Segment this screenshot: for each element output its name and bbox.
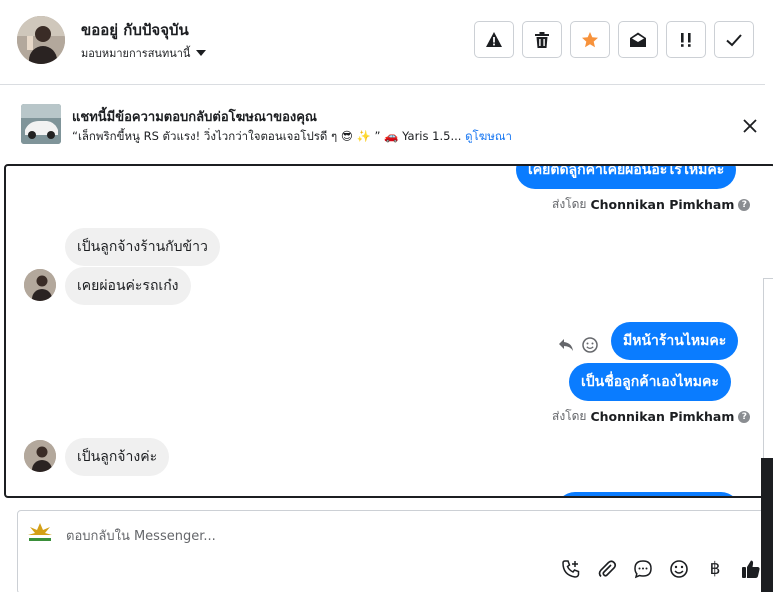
thread-toolbar — [474, 21, 754, 58]
outgoing-message[interactable]: เป็นชื่อลูกค้าเองไหมคะ — [569, 363, 731, 401]
mark-done-button[interactable] — [714, 21, 754, 58]
ad-thumbnail[interactable] — [21, 104, 61, 144]
outgoing-message[interactable]: เคยติดลูกค้าเคยผ่อนอะไรไหมคะ — [516, 166, 737, 189]
help-icon[interactable]: ? — [738, 198, 751, 211]
dark-panel-edge — [761, 458, 773, 592]
contact-avatar-small[interactable] — [24, 440, 56, 472]
delete-button[interactable] — [522, 21, 562, 58]
double-exclamation-icon — [681, 32, 691, 47]
mark-spam-button[interactable] — [474, 21, 514, 58]
close-icon — [743, 119, 757, 133]
reply-icon[interactable] — [556, 335, 576, 355]
thread-header: ขออยู่ กับปัจจุบัน มอบหมายการสนทนานี้ — [0, 0, 765, 85]
warning-icon — [486, 31, 502, 47]
outgoing-message[interactable]: มีหน้าร้านไหมคะ — [611, 322, 739, 360]
checkmark-icon — [726, 33, 742, 46]
chat-icon[interactable] — [632, 558, 654, 580]
follow-up-button[interactable] — [666, 21, 706, 58]
inbox-thread-panel: { "header": { "contact_name": "ขออยู่ กั… — [0, 0, 773, 592]
baht-icon[interactable]: ฿ — [704, 558, 726, 580]
contact-name[interactable]: ขออยู่ กับปัจจุบัน — [81, 18, 189, 42]
message-list[interactable]: เคยติดลูกค้าเคยผ่อนอะไรไหมคะ ส่งโดย Chon… — [4, 164, 773, 498]
contact-avatar-small[interactable] — [24, 269, 56, 301]
contact-avatar[interactable] — [17, 16, 65, 64]
outgoing-message-partial[interactable] — [556, 492, 740, 496]
view-ad-link[interactable]: ดูโฆษณา — [465, 129, 512, 143]
mark-unread-button[interactable] — [618, 21, 658, 58]
close-banner-button[interactable] — [740, 116, 760, 136]
ad-preview-text: “เล็กพริกขี้หนู RS ตัวแรง! วิ่งไวกว่าใจต… — [72, 129, 462, 143]
reply-composer: ตอบกลับใน Messenger... ฿ — [17, 510, 767, 592]
composer-actions: ฿ — [560, 558, 762, 580]
reply-input[interactable]: ตอบกลับใน Messenger... — [66, 525, 216, 546]
attachment-icon[interactable] — [596, 558, 618, 580]
call-add-icon[interactable] — [560, 558, 582, 580]
assign-label: มอบหมายการสนทนานี้ — [81, 47, 191, 60]
trash-icon — [535, 31, 549, 48]
star-button[interactable] — [570, 21, 610, 58]
like-icon[interactable] — [740, 558, 762, 580]
emoji-icon[interactable] — [668, 558, 690, 580]
ad-reply-banner: แชทนี้มีข้อความตอบกลับต่อโฆษณาของคุณ “เล… — [0, 86, 773, 164]
sent-by-label: ส่งโดย Chonnikan Pimkham ? — [552, 195, 751, 214]
caret-down-icon — [196, 50, 207, 56]
assign-conversation-dropdown[interactable]: มอบหมายการสนทนานี้ — [81, 44, 207, 62]
incoming-message[interactable]: เป็นลูกจ้างร้านกับข้าว — [65, 228, 220, 266]
star-icon — [582, 31, 598, 47]
incoming-message[interactable]: เป็นลูกจ้างค่ะ — [65, 438, 170, 476]
ad-banner-title: แชทนี้มีข้อความตอบกลับต่อโฆษณาของคุณ — [72, 110, 317, 125]
sent-by-label: ส่งโดย Chonnikan Pimkham ? — [552, 407, 751, 426]
react-emoji-icon[interactable] — [580, 335, 600, 355]
page-logo — [26, 521, 54, 545]
help-icon[interactable]: ? — [738, 410, 751, 423]
ad-preview: “เล็กพริกขี้หนู RS ตัวแรง! วิ่งไวกว่าใจต… — [72, 128, 512, 146]
envelope-open-icon — [630, 32, 646, 47]
incoming-message[interactable]: เคยผ่อนค่ะรถเก๋ง — [65, 267, 191, 305]
